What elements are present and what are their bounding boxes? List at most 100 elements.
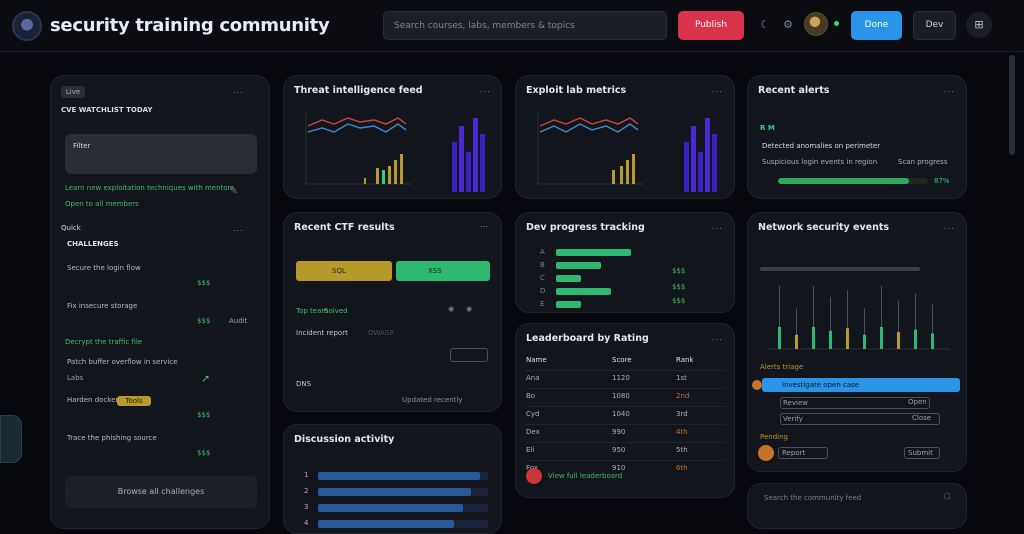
report-field[interactable]: Report xyxy=(778,447,828,459)
scan-progress-track xyxy=(778,178,928,184)
metrics-bar xyxy=(632,154,635,184)
metrics-line-red xyxy=(539,117,639,127)
dev-button[interactable]: Dev xyxy=(913,11,956,40)
section-more-icon[interactable]: ... xyxy=(233,224,244,233)
more-icon[interactable]: ... xyxy=(480,85,491,94)
sql-bar[interactable]: SQL xyxy=(296,261,392,281)
discussion-fill[interactable] xyxy=(318,472,480,480)
network-events-card: Network security events ... Alerts triag… xyxy=(747,212,967,472)
more-icon[interactable]: ... xyxy=(944,85,955,94)
dev-bar[interactable] xyxy=(556,275,581,282)
triage-item-active[interactable]: Investigate open case xyxy=(762,378,960,392)
feed-bar xyxy=(459,126,464,192)
avatar[interactable] xyxy=(804,12,828,36)
more-icon[interactable]: ... xyxy=(712,85,723,94)
events-bar xyxy=(795,334,798,349)
discussion-fill[interactable] xyxy=(318,488,471,496)
alert-line[interactable]: Suspicious login events in region xyxy=(762,158,877,166)
table-row-divider xyxy=(526,388,726,389)
discussion-rank: 4 xyxy=(304,519,309,527)
more-icon[interactable]: ⋯ xyxy=(480,222,489,231)
challenge-item[interactable]: Secure the login flow xyxy=(67,264,141,272)
events-bar xyxy=(812,326,815,349)
done-button[interactable]: Done xyxy=(851,11,902,40)
triage-item-label: Investigate open case xyxy=(782,381,860,389)
scan-progress-fill xyxy=(778,178,909,184)
challenge-item[interactable]: Decrypt the traffic file xyxy=(65,338,142,346)
live-pill[interactable]: Live xyxy=(61,86,85,98)
flag-icon xyxy=(752,380,762,390)
metrics-chart xyxy=(537,112,717,192)
table-header-cell: Score xyxy=(612,356,632,364)
discussion-fill[interactable] xyxy=(318,520,454,528)
moon-icon[interactable]: ☾ xyxy=(758,18,772,32)
metrics-bar xyxy=(620,166,623,184)
dev-bar[interactable] xyxy=(556,249,631,256)
logo-shield-icon[interactable] xyxy=(12,11,42,41)
table-header-cell: Name xyxy=(526,356,547,364)
settings-icon[interactable]: ⚙ xyxy=(781,18,795,32)
verify-status: Close xyxy=(912,414,932,422)
threat-feed-card: Threat intelligence feed ... xyxy=(283,75,502,199)
section-label: Quick xyxy=(61,224,81,232)
dev-bar-label: D xyxy=(540,287,546,295)
trophy-icon xyxy=(526,468,542,484)
card-title: Recent alerts xyxy=(758,85,830,96)
gold-tag: Tools xyxy=(117,396,151,406)
alert-line[interactable]: Detected anomalies on perimeter xyxy=(762,142,880,150)
discussion-fill[interactable] xyxy=(318,504,463,512)
copy-icon[interactable]: ▢ xyxy=(944,492,951,500)
verify-label: Verify xyxy=(783,415,803,423)
table-cell: 1040 xyxy=(612,410,630,418)
card-title: Recent CTF results xyxy=(294,222,395,233)
events-chart xyxy=(768,286,950,350)
page-scrollbar[interactable] xyxy=(1009,55,1015,155)
metrics-bar xyxy=(626,160,629,184)
more-icon[interactable]: ... xyxy=(233,86,244,95)
discussion-card: Discussion activity 1 2 3 4 xyxy=(283,424,502,534)
triage-label: Alerts triage xyxy=(760,363,804,371)
challenge-value: $$$ xyxy=(197,449,211,457)
challenge-item[interactable]: Fix insecure storage xyxy=(67,302,137,310)
challenge-item[interactable]: Patch buffer overflow in service xyxy=(67,358,178,366)
settings-icon[interactable]: ◉ xyxy=(466,305,472,313)
challenge-item[interactable]: Trace the phishing source xyxy=(67,434,157,442)
grid-icon[interactable]: ⊞ xyxy=(966,12,992,38)
entry-chip[interactable] xyxy=(450,348,488,362)
feed-bar xyxy=(376,168,379,184)
table-row-divider xyxy=(526,460,726,461)
feed-bar xyxy=(400,154,403,184)
report-icon xyxy=(758,445,774,461)
dev-bar[interactable] xyxy=(556,288,611,295)
publish-button[interactable]: Publish xyxy=(678,11,744,40)
more-icon[interactable]: ... xyxy=(712,222,723,231)
metrics-bar xyxy=(684,142,689,192)
table-cell: 1120 xyxy=(612,374,630,382)
more-icon[interactable]: ... xyxy=(712,333,723,342)
entry-title[interactable]: Incident report xyxy=(296,329,348,337)
bottom-search-input[interactable]: Search the community feed xyxy=(764,494,861,502)
filter-input[interactable]: Filter xyxy=(65,134,257,174)
more-icon[interactable]: ... xyxy=(944,222,955,231)
xss-label: XSS xyxy=(428,267,442,275)
side-drawer-handle[interactable] xyxy=(0,415,22,463)
feed-bar xyxy=(388,166,391,184)
dev-bar[interactable] xyxy=(556,262,601,269)
events-slider[interactable] xyxy=(760,267,920,271)
discussion-rank: 2 xyxy=(304,487,309,495)
refresh-icon[interactable]: ◉ xyxy=(448,305,454,313)
events-bar xyxy=(931,333,934,349)
table-cell: 950 xyxy=(612,446,626,454)
events-bar xyxy=(846,328,849,349)
card-title: Discussion activity xyxy=(294,434,395,445)
pen-icon[interactable]: ✎ xyxy=(229,184,238,197)
dev-bar[interactable] xyxy=(556,301,581,308)
search-input[interactable]: Search courses, labs, members & topics xyxy=(383,11,667,40)
browse-challenges-button[interactable]: Browse all challenges xyxy=(65,476,257,508)
xss-bar[interactable]: XSS xyxy=(396,261,490,281)
table-cell: 1080 xyxy=(612,392,630,400)
leaderboard-footer[interactable]: View full leaderboard xyxy=(548,472,622,480)
feed-line-blue xyxy=(307,123,407,133)
entry-code: OWASP xyxy=(368,329,394,337)
submit-button[interactable]: Submit xyxy=(904,447,940,459)
